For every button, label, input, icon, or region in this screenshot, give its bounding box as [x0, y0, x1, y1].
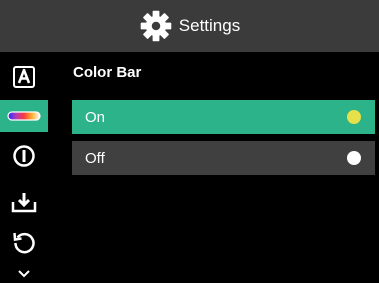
info-circle-icon	[13, 145, 35, 167]
page-title: Settings	[178, 16, 241, 35]
sidebar-item-text[interactable]	[0, 62, 48, 92]
sidebar-item-reset[interactable]	[0, 227, 48, 257]
option-on[interactable]: On	[72, 100, 375, 134]
scroll-down-button[interactable]	[0, 266, 48, 282]
chevron-down-icon	[18, 270, 30, 278]
color-bar-icon	[7, 111, 41, 121]
reset-icon	[13, 232, 35, 254]
gear-icon	[140, 10, 172, 42]
option-label: Off	[85, 149, 105, 167]
radio-indicator	[347, 110, 361, 124]
text-a-icon	[13, 66, 35, 88]
section-title: Color Bar	[73, 64, 142, 81]
sidebar-item-download[interactable]	[0, 187, 48, 217]
header-bar: Settings	[0, 0, 379, 52]
sidebar-item-info[interactable]	[0, 141, 48, 171]
radio-indicator	[347, 151, 361, 165]
option-off[interactable]: Off	[72, 141, 375, 175]
download-icon	[11, 193, 37, 213]
option-label: On	[85, 108, 106, 126]
sidebar-item-color-bar[interactable]	[0, 100, 48, 132]
sidebar	[0, 52, 48, 283]
